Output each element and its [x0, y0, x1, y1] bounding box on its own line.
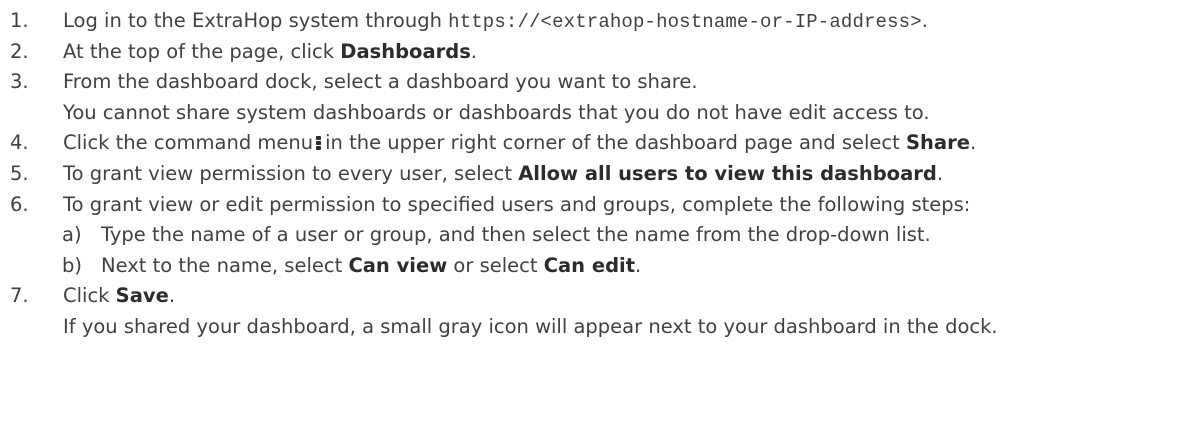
substep-text: Type the name of a user or group, and th…	[101, 223, 931, 247]
ui-term-allow-all-users: Allow all users to view this dashboard	[518, 161, 937, 185]
step-number: 7.	[10, 284, 29, 308]
step-7-note: If you shared your dashboard, a small gr…	[0, 312, 1194, 342]
step-number: 4.	[10, 131, 29, 155]
step-6b: b) Next to the name, select Can view or …	[0, 251, 1194, 281]
step-number: 2.	[10, 39, 29, 63]
step-7: 7. Click Save.	[0, 281, 1194, 311]
step-note: You cannot share system dashboards or da…	[63, 100, 930, 124]
step-4: 4. Click the command menu in the upper ri…	[0, 128, 1194, 158]
vertical-ellipsis-icon	[316, 136, 322, 150]
substep-text-mid: or select	[447, 253, 544, 277]
step-text: To grant view or edit permission to spec…	[63, 192, 971, 216]
step-text-pre: Log in to the ExtraHop system through	[63, 9, 449, 32]
substep-text-post: .	[635, 253, 642, 277]
step-text: At the top of the page, click Dashboards…	[63, 37, 477, 67]
step-text: Log in to the ExtraHop system through ht…	[63, 6, 928, 37]
substep-text-pre: Next to the name, select	[101, 253, 349, 277]
ui-term-can-edit: Can edit	[543, 253, 636, 277]
step-text-pre: Click	[63, 284, 116, 308]
substep-letter: b)	[62, 253, 82, 277]
step-6: 6. To grant view or edit permission to s…	[0, 190, 1194, 220]
step-text: Click Save.	[63, 281, 175, 311]
step-text-pre: At the top of the page, click	[63, 39, 341, 63]
substep-text: Next to the name, select Can view or sel…	[101, 251, 641, 281]
step-text-post: .	[969, 131, 977, 155]
procedure-steps: 1. Log in to the ExtraHop system through…	[0, 0, 1194, 342]
ui-term-save: Save	[115, 284, 169, 308]
step-3-note: You cannot share system dashboards or da…	[0, 98, 1194, 128]
step-1: 1. Log in to the ExtraHop system through…	[0, 6, 1194, 36]
step-text: To grant view permission to every user, …	[63, 159, 943, 189]
ui-term-can-view: Can view	[348, 253, 448, 277]
step-text-pre: Click the command menu	[63, 131, 314, 155]
step-text-post: .	[921, 9, 928, 32]
step-number: 6.	[10, 192, 29, 216]
step-text-mid: in the upper right corner of the dashboa…	[325, 131, 906, 155]
step-3: 3. From the dashboard dock, select a das…	[0, 67, 1194, 97]
step-2: 2. At the top of the page, click Dashboa…	[0, 37, 1194, 67]
step-text: Click the command menu in the upper right…	[63, 128, 976, 158]
step-text-pre: To grant view permission to every user, …	[63, 161, 519, 185]
step-number: 5.	[10, 161, 29, 185]
ui-term-share: Share	[906, 131, 970, 155]
step-5: 5. To grant view permission to every use…	[0, 159, 1194, 189]
substep-letter: a)	[62, 223, 82, 247]
step-text-post: .	[936, 161, 944, 185]
step-6a: a) Type the name of a user or group, and…	[0, 220, 1194, 250]
hostname-url-code: https://<extrahop-hostname-or-IP-address…	[448, 11, 922, 33]
step-text-post: .	[168, 284, 176, 308]
step-note: If you shared your dashboard, a small gr…	[63, 314, 998, 338]
step-text: From the dashboard dock, select a dashbo…	[63, 70, 698, 94]
step-number: 3.	[10, 70, 29, 94]
step-number: 1.	[10, 9, 29, 32]
ui-term-dashboards: Dashboards	[340, 39, 471, 63]
step-text-post: .	[470, 39, 477, 63]
